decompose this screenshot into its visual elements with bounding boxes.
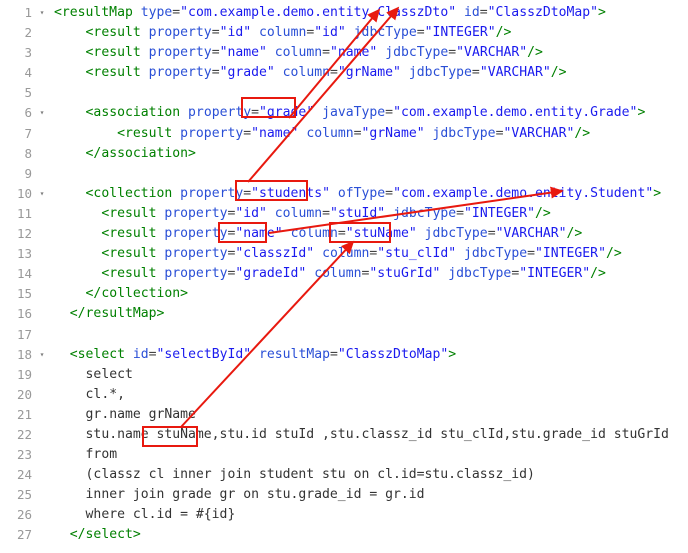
code-text[interactable]: </select>: [50, 525, 688, 545]
code-line[interactable]: 5: [0, 83, 688, 103]
line-number: 5: [24, 85, 32, 101]
code-line[interactable]: 3 <result property="name" column="name" …: [0, 43, 688, 63]
line-number: 13: [16, 246, 32, 262]
code-text[interactable]: </association>: [50, 144, 688, 164]
code-line[interactable]: 6 ▾ <association property="grade" javaTyp…: [0, 103, 688, 123]
code-text[interactable]: <collection property="students" ofType="…: [50, 184, 688, 204]
code-line[interactable]: 2 <result property="id" column="id" jdbc…: [0, 23, 688, 43]
code-line[interactable]: 9: [0, 164, 688, 184]
line-number: 17: [16, 326, 32, 342]
line-number: 23: [16, 447, 32, 463]
line-number: 22: [16, 426, 32, 442]
code-line[interactable]: 1 ▾ <resultMap type="com.example.demo.enti…: [0, 3, 688, 23]
line-number: 25: [16, 487, 32, 503]
code-line[interactable]: 24 (classz cl inner join student stu on …: [0, 465, 688, 485]
line-number: 2: [24, 25, 32, 41]
fold-arrow-icon[interactable]: ▾: [34, 345, 50, 365]
line-number: 9: [24, 165, 32, 181]
code-text[interactable]: cl.*,: [50, 385, 688, 405]
code-line[interactable]: 22 stu.name stuName,stu.id stuId ,stu.cl…: [0, 425, 688, 445]
code-text[interactable]: <result property="name" column="name" jd…: [50, 43, 688, 63]
code-line[interactable]: 4 <result property="grade" column="grNam…: [0, 63, 688, 83]
code-line[interactable]: 15 </collection>: [0, 284, 688, 304]
line-number: 26: [16, 507, 32, 523]
code-line[interactable]: 21 gr.name grName: [0, 405, 688, 425]
code-line[interactable]: 16 </resultMap>: [0, 304, 688, 324]
line-number: 21: [16, 406, 32, 422]
code-line[interactable]: 14 <result property="gradeId" column="st…: [0, 264, 688, 284]
code-line[interactable]: 20 cl.*,: [0, 385, 688, 405]
code-text[interactable]: gr.name grName: [50, 405, 688, 425]
line-number: 3: [24, 45, 32, 61]
code-text[interactable]: where cl.id = #{id}: [50, 505, 688, 525]
line-number: 24: [16, 467, 32, 483]
code-text[interactable]: <result property="grade" column="grName"…: [50, 63, 688, 83]
code-text[interactable]: </collection>: [50, 284, 688, 304]
line-number: 20: [16, 386, 32, 402]
line-number: 7: [24, 125, 32, 141]
line-number: 27: [16, 527, 32, 543]
code-line[interactable]: 18 ▾ <select id="selectById" resultMap="C…: [0, 345, 688, 365]
code-line[interactable]: 11 <result property="id" column="stuId" …: [0, 204, 688, 224]
code-line[interactable]: 19 select: [0, 365, 688, 385]
code-line[interactable]: 17: [0, 325, 688, 345]
line-number: 4: [24, 65, 32, 81]
line-number: 11: [16, 205, 32, 221]
line-number: 18: [16, 346, 32, 362]
code-text[interactable]: <resultMap type="com.example.demo.entity…: [50, 3, 688, 23]
code-line[interactable]: 25 inner join grade gr on stu.grade_id =…: [0, 485, 688, 505]
code-editor[interactable]: 1 ▾ <resultMap type="com.example.demo.enti…: [0, 0, 688, 553]
line-number: 16: [16, 306, 32, 322]
code-text[interactable]: (classz cl inner join student stu on cl.…: [50, 465, 688, 485]
code-text[interactable]: </resultMap>: [50, 304, 688, 324]
code-line[interactable]: 23 from: [0, 445, 688, 465]
line-number: 8: [24, 145, 32, 161]
code-line[interactable]: 13 <result property="classzId" column="s…: [0, 244, 688, 264]
fold-arrow-icon[interactable]: ▾: [34, 3, 50, 23]
code-text[interactable]: <select id="selectById" resultMap="Class…: [50, 345, 688, 365]
code-line[interactable]: 10 ▾ <collection property="students" ofTy…: [0, 184, 688, 204]
code-text[interactable]: <result property="id" column="id" jdbcTy…: [50, 23, 688, 43]
line-number: 10: [16, 185, 32, 201]
code-text[interactable]: select: [50, 365, 688, 385]
code-text[interactable]: from: [50, 445, 688, 465]
code-text[interactable]: <result property="name" column="grName" …: [50, 124, 688, 144]
line-number: 14: [16, 266, 32, 282]
code-line[interactable]: 12 <result property="name" column="stuNa…: [0, 224, 688, 244]
fold-arrow-icon[interactable]: ▾: [34, 103, 50, 123]
code-lines-container[interactable]: 1 ▾ <resultMap type="com.example.demo.enti…: [0, 0, 688, 553]
fold-arrow-icon[interactable]: ▾: [34, 184, 50, 204]
code-line[interactable]: 27 </select>: [0, 525, 688, 545]
code-text[interactable]: <result property="gradeId" column="stuGr…: [50, 264, 688, 284]
line-number: 12: [16, 226, 32, 242]
line-number: 15: [16, 286, 32, 302]
code-text[interactable]: inner join grade gr on stu.grade_id = gr…: [50, 485, 688, 505]
code-text[interactable]: <association property="grade" javaType="…: [50, 103, 688, 123]
line-number: 19: [16, 366, 32, 382]
code-text[interactable]: <result property="name" column="stuName"…: [50, 224, 688, 244]
code-text[interactable]: <result property="classzId" column="stu_…: [50, 244, 688, 264]
line-number: 6: [24, 105, 32, 121]
code-line[interactable]: 7 <result property="name" column="grName…: [0, 124, 688, 144]
code-line[interactable]: 26 where cl.id = #{id}: [0, 505, 688, 525]
code-text[interactable]: <result property="id" column="stuId" jdb…: [50, 204, 688, 224]
code-text[interactable]: stu.name stuName,stu.id stuId ,stu.class…: [50, 425, 688, 445]
line-number: 1: [24, 5, 32, 20]
code-line[interactable]: 8 </association>: [0, 144, 688, 164]
